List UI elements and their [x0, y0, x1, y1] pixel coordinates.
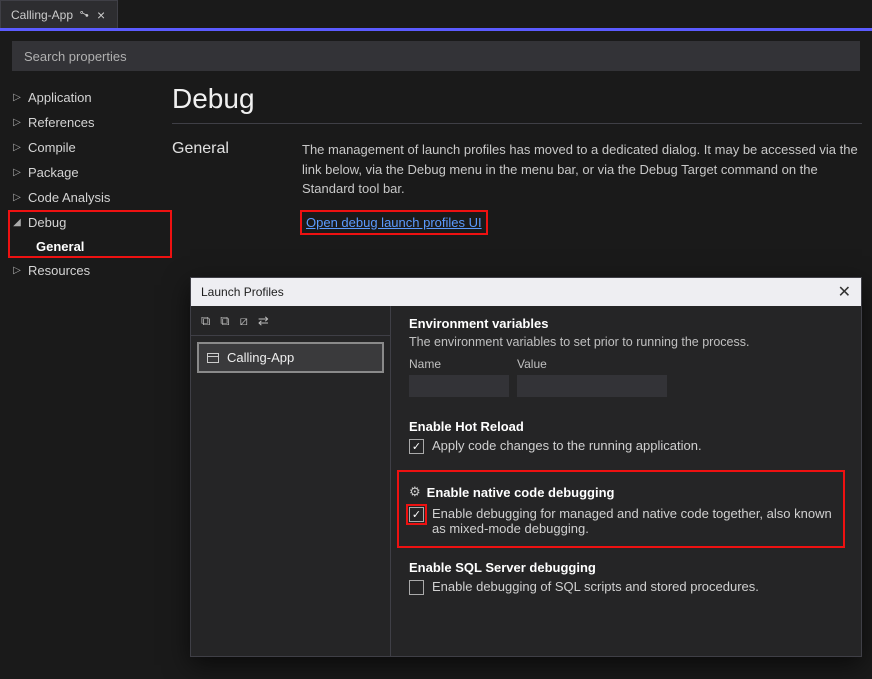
env-value-column: Value	[517, 357, 667, 397]
sidebar-label: Application	[28, 90, 92, 105]
tab-title: Calling-App	[11, 8, 73, 22]
new-profile-icon[interactable]: ⧉	[201, 313, 210, 329]
sidebar-item-debug[interactable]: ◢ Debug	[8, 210, 172, 235]
chevron-right-icon: ▷	[12, 117, 22, 128]
env-value-label: Value	[517, 357, 667, 371]
profile-list: Calling-App	[191, 336, 390, 379]
chevron-right-icon: ▷	[12, 167, 22, 178]
link-highlight: Open debug launch profiles UI	[302, 212, 486, 233]
env-name-label: Name	[409, 357, 509, 371]
sidebar-label: Resources	[28, 263, 90, 278]
sql-heading: Enable SQL Server debugging	[409, 560, 843, 575]
sidebar-sub-label: General	[36, 239, 84, 254]
launch-profiles-dialog: Launch Profiles ✕ ⧉ ⧉ ⧄ ⇄ Calling-App En…	[190, 277, 862, 657]
chevron-right-icon: ▷	[12, 142, 22, 153]
pin-icon[interactable]: ⊶	[77, 7, 91, 22]
native-debug-highlight: ⚙ Enable native code debugging Enable de…	[399, 472, 843, 546]
dialog-title-text: Launch Profiles	[201, 285, 284, 299]
delete-profile-icon[interactable]: ⧄	[240, 313, 248, 329]
sidebar-item-resources[interactable]: ▷ Resources	[8, 258, 172, 283]
rename-profile-icon[interactable]: ⇄	[258, 313, 269, 329]
tab-bar: Calling-App ⊶ ×	[0, 0, 872, 28]
env-table: Name Value	[409, 357, 843, 397]
dialog-left-panel: ⧉ ⧉ ⧄ ⇄ Calling-App	[191, 306, 391, 656]
sidebar: ▷ Application ▷ References ▷ Compile ▷ P…	[0, 81, 172, 679]
gear-icon: ⚙	[409, 484, 421, 500]
sql-label: Enable debugging of SQL scripts and stor…	[432, 579, 759, 594]
native-row: Enable debugging for managed and native …	[409, 506, 833, 536]
chevron-down-icon: ◢	[12, 217, 22, 228]
section-body: The management of launch profiles has mo…	[302, 140, 862, 232]
chevron-right-icon: ▷	[12, 92, 22, 103]
env-name-input[interactable]	[409, 375, 509, 397]
env-desc: The environment variables to set prior t…	[409, 335, 843, 349]
sidebar-label: Debug	[28, 215, 66, 230]
chevron-right-icon: ▷	[12, 192, 22, 203]
sidebar-label: References	[28, 115, 94, 130]
profile-item-label: Calling-App	[227, 350, 294, 365]
sidebar-item-application[interactable]: ▷ Application	[8, 85, 172, 110]
section-description: The management of launch profiles has mo…	[302, 140, 862, 199]
hotreload-heading: Enable Hot Reload	[409, 419, 843, 434]
env-name-column: Name	[409, 357, 509, 397]
section-label: General	[172, 140, 302, 232]
sidebar-label: Compile	[28, 140, 76, 155]
close-icon[interactable]: ✕	[838, 282, 851, 302]
divider	[172, 123, 862, 124]
env-value-input[interactable]	[517, 375, 667, 397]
open-launch-profiles-link[interactable]: Open debug launch profiles UI	[306, 213, 482, 233]
env-heading: Environment variables	[409, 316, 843, 331]
sidebar-item-references[interactable]: ▷ References	[8, 110, 172, 135]
section-general: General The management of launch profile…	[172, 140, 862, 232]
hotreload-checkbox[interactable]	[409, 439, 424, 454]
search-input[interactable]: Search properties	[12, 41, 860, 71]
dialog-titlebar: Launch Profiles ✕	[191, 278, 861, 306]
native-debug-checkbox[interactable]	[409, 507, 424, 522]
dialog-right-panel[interactable]: Environment variables The environment va…	[391, 306, 861, 656]
page-title: Debug	[172, 83, 862, 115]
sql-debug-checkbox[interactable]	[409, 580, 424, 595]
profile-toolbar: ⧉ ⧉ ⧄ ⇄	[191, 306, 390, 336]
hotreload-row: Apply code changes to the running applic…	[409, 438, 843, 454]
close-icon[interactable]: ×	[95, 7, 107, 23]
sidebar-label: Package	[28, 165, 79, 180]
chevron-right-icon: ▷	[12, 265, 22, 276]
native-heading: Enable native code debugging	[427, 485, 615, 500]
accent-bar	[0, 28, 872, 31]
sidebar-debug-highlight: ◢ Debug General	[8, 210, 172, 258]
sidebar-item-package[interactable]: ▷ Package	[8, 160, 172, 185]
native-label: Enable debugging for managed and native …	[432, 506, 833, 536]
sidebar-item-compile[interactable]: ▷ Compile	[8, 135, 172, 160]
sidebar-item-debug-general[interactable]: General	[8, 235, 172, 258]
tab-calling-app[interactable]: Calling-App ⊶ ×	[0, 0, 118, 28]
search-placeholder: Search properties	[24, 49, 127, 64]
sidebar-item-code-analysis[interactable]: ▷ Code Analysis	[8, 185, 172, 210]
dialog-body: ⧉ ⧉ ⧄ ⇄ Calling-App Environment variable…	[191, 306, 861, 656]
hotreload-label: Apply code changes to the running applic…	[432, 438, 702, 453]
duplicate-profile-icon[interactable]: ⧉	[220, 313, 229, 329]
sidebar-label: Code Analysis	[28, 190, 110, 205]
profile-item-calling-app[interactable]: Calling-App	[197, 342, 384, 373]
app-icon	[207, 353, 219, 363]
sql-row: Enable debugging of SQL scripts and stor…	[409, 579, 843, 595]
